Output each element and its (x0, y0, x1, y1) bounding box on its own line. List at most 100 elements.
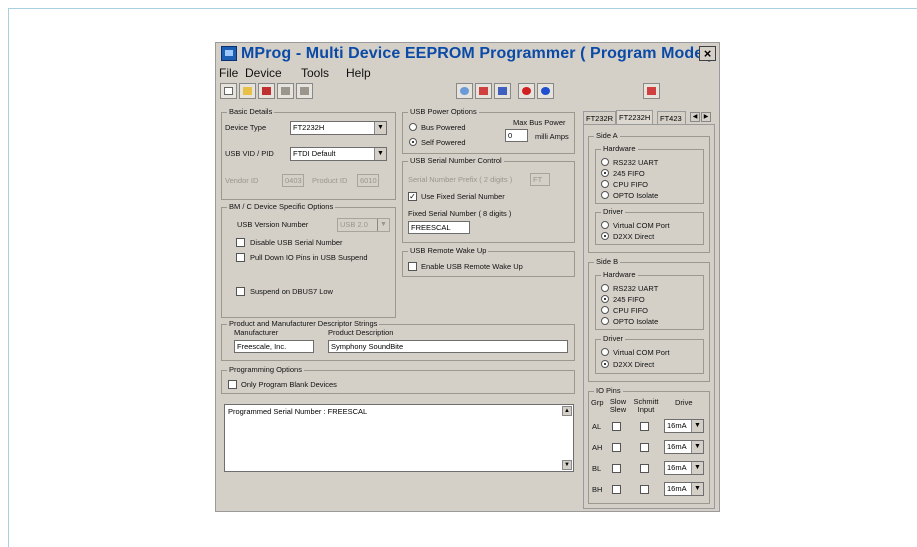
pulldown-checkbox[interactable] (236, 253, 245, 262)
use-fixed-serial-checkbox[interactable]: ✓ (408, 192, 417, 201)
remote-wake-checkbox[interactable] (408, 262, 417, 271)
side-a-vcp-radio[interactable] (601, 221, 609, 229)
fixed-serial-label: Fixed Serial Number ( 8 digits ) (408, 209, 512, 218)
edit-icon[interactable] (258, 83, 275, 99)
io-ah-slow-checkbox[interactable] (612, 443, 621, 452)
device-tab-panel: FT232R FT2232H FT423 ◀ ▶ Side A Hardware… (583, 110, 715, 509)
info-icon[interactable] (537, 83, 554, 99)
chevron-down-icon: ▼ (374, 122, 386, 134)
max-bus-power-field[interactable]: 0 (505, 129, 528, 142)
menu-file[interactable]: File (219, 66, 238, 80)
io-al-schmitt-checkbox[interactable] (640, 422, 649, 431)
side-a-245fifo-radio[interactable] (601, 169, 609, 177)
search-icon[interactable] (456, 83, 473, 99)
product-id-label: Product ID (312, 176, 348, 185)
window-icon[interactable] (643, 83, 660, 99)
side-b-vcp-radio[interactable] (601, 348, 609, 356)
side-a-opto-radio[interactable] (601, 191, 609, 199)
help-icon[interactable] (518, 83, 535, 99)
io-al-drive-select[interactable]: 16mA ▼ (664, 419, 704, 433)
programming-options-title: Programming Options (227, 365, 304, 374)
basic-details-title: Basic Details (227, 107, 275, 116)
menu-device[interactable]: Device (245, 66, 282, 80)
suspend-label: Suspend on DBUS7 Low (250, 287, 333, 296)
side-a-cpufifo-radio[interactable] (601, 180, 609, 188)
serial-control-group: USB Serial Number Control Serial Number … (402, 156, 575, 243)
tab-scroll-left-icon[interactable]: ◀ (690, 112, 700, 122)
io-ah-schmitt-checkbox[interactable] (640, 443, 649, 452)
io-al-slow-checkbox[interactable] (612, 422, 621, 431)
fixed-serial-field[interactable]: FREESCAL (408, 221, 470, 234)
disabled-icon[interactable] (296, 83, 313, 99)
io-bh-drive-select[interactable]: 16mA ▼ (664, 482, 704, 496)
tab-ft2232h[interactable]: FT2232H (616, 110, 654, 125)
self-powered-radio[interactable] (409, 138, 417, 146)
manufacturer-field[interactable]: Freescale, Inc. (234, 340, 314, 353)
device-type-select[interactable]: FT2232H ▼ (290, 121, 387, 135)
side-b-cpufifo-radio[interactable] (601, 306, 609, 314)
open-folder-icon[interactable] (239, 83, 256, 99)
side-b-rs232-radio[interactable] (601, 284, 609, 292)
io-bl-schmitt-checkbox[interactable] (640, 464, 649, 473)
menu-help[interactable]: Help (346, 66, 371, 80)
side-b-hardware-group: Hardware RS232 UART 245 FIFO CPU FIFO OP… (595, 270, 704, 330)
serial-prefix-field[interactable]: FT (530, 173, 550, 186)
log-text: Programmed Serial Number : FREESCAL (228, 407, 368, 416)
scroll-down-icon[interactable]: ▼ (562, 460, 572, 470)
side-b-245fifo-radio[interactable] (601, 295, 609, 303)
io-bh-schmitt-checkbox[interactable] (640, 485, 649, 494)
io-schmitt-header: Schmitt Input (633, 397, 659, 414)
chevron-down-icon: ▼ (691, 441, 703, 453)
io-grp-header: Grp (591, 398, 604, 407)
side-b-vcp-label: Virtual COM Port (613, 348, 670, 357)
disable-serial-checkbox[interactable] (236, 238, 245, 247)
side-b-opto-radio[interactable] (601, 317, 609, 325)
io-bl-drive-select[interactable]: 16mA ▼ (664, 461, 704, 475)
product-description-label: Product Description (328, 328, 394, 337)
output-log[interactable]: Programmed Serial Number : FREESCAL ▲ ▼ (224, 404, 574, 472)
disabled-icon[interactable] (277, 83, 294, 99)
side-a-hardware-group: Hardware RS232 UART 245 FIFO CPU FIFO OP… (595, 144, 704, 204)
io-drive-header: Drive (675, 398, 693, 407)
io-pins-title: IO Pins (594, 386, 623, 395)
side-a-group: Side A Hardware RS232 UART 245 FIFO CPU … (588, 131, 710, 253)
only-blank-label: Only Program Blank Devices (241, 380, 337, 389)
tab-ft232r[interactable]: FT232R (583, 111, 617, 124)
manufacturer-label: Manufacturer (234, 328, 279, 337)
disable-serial-label: Disable USB Serial Number (250, 238, 343, 247)
self-powered-label: Self Powered (421, 138, 466, 147)
menu-tools[interactable]: Tools (301, 66, 329, 80)
io-bl-slow-checkbox[interactable] (612, 464, 621, 473)
side-b-hardware-title: Hardware (601, 270, 638, 279)
bm-options-group: BM / C Device Specific Options USB Versi… (221, 202, 396, 318)
vendor-id-field[interactable]: 0403 (282, 174, 304, 187)
bus-powered-radio[interactable] (409, 123, 417, 131)
side-a-vcp-label: Virtual COM Port (613, 221, 670, 230)
side-a-rs232-radio[interactable] (601, 158, 609, 166)
wrench-icon[interactable] (494, 83, 511, 99)
max-bus-power-label: Max Bus Power (513, 118, 566, 127)
io-row-label: BL (592, 464, 602, 473)
tab-scroll-right-icon[interactable]: ▶ (701, 112, 711, 122)
io-bh-slow-checkbox[interactable] (612, 485, 621, 494)
side-b-group: Side B Hardware RS232 UART 245 FIFO CPU … (588, 257, 710, 382)
close-button[interactable]: × (699, 46, 716, 61)
only-blank-checkbox[interactable] (228, 380, 237, 389)
side-b-d2xx-radio[interactable] (601, 360, 609, 368)
side-a-d2xx-radio[interactable] (601, 232, 609, 240)
serial-control-title: USB Serial Number Control (408, 156, 504, 165)
new-file-icon[interactable] (220, 83, 237, 99)
basic-details-group: Basic Details Device Type FT2232H ▼ USB V… (221, 107, 396, 200)
tab-ft423[interactable]: FT423 (657, 111, 686, 124)
side-b-driver-title: Driver (601, 334, 625, 343)
scroll-up-icon[interactable]: ▲ (562, 406, 572, 416)
product-id-field[interactable]: 6010 (357, 174, 379, 187)
window-icon[interactable] (475, 83, 492, 99)
vid-pid-select[interactable]: FTDI Default ▼ (290, 147, 387, 161)
usb-version-select[interactable]: USB 2.0 ▼ (337, 218, 390, 232)
product-description-field[interactable]: Symphony SoundBite (328, 340, 568, 353)
programming-options-group: Programming Options Only Program Blank D… (221, 365, 575, 394)
power-options-title: USB Power Options (408, 107, 479, 116)
io-ah-drive-select[interactable]: 16mA ▼ (664, 440, 704, 454)
suspend-checkbox[interactable] (236, 287, 245, 296)
